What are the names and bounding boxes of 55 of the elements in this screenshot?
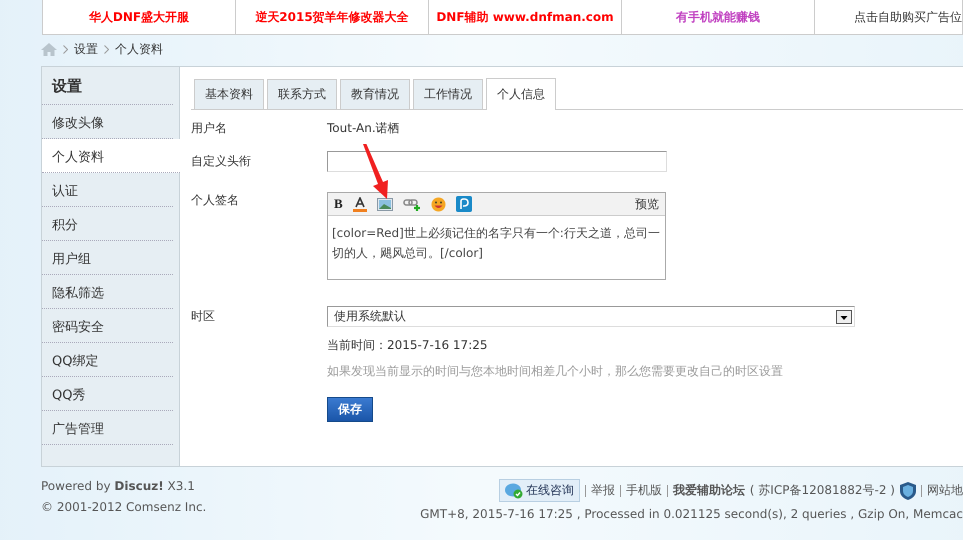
timezone-hint: 如果发现当前显示的时间与您本地时间相差几个小时，那么您需要更改自己的时区设置 [327, 363, 784, 380]
sidebar-item[interactable]: 个人资料 [42, 139, 180, 173]
dropdown-icon[interactable] [836, 310, 852, 324]
p-logo-icon[interactable] [456, 196, 472, 212]
title-input[interactable] [327, 151, 667, 172]
sidebar-item[interactable]: QQ秀 [42, 377, 173, 411]
sidebar-title: 设置 [42, 67, 173, 105]
breadcrumb-link[interactable]: 个人资料 [115, 40, 163, 58]
sitemap-link[interactable]: 网站地 [927, 482, 963, 499]
link-icon[interactable] [402, 198, 421, 210]
banner-link[interactable]: 有手机就能赚钱 [676, 8, 760, 26]
sidebar-item[interactable]: 密码安全 [42, 309, 173, 343]
chevron-icon [104, 44, 109, 54]
timezone-select[interactable]: 使用系统默认 [327, 306, 855, 327]
stats-text: GMT+8, 2015-7-16 17:25 , Processed in 0.021125 second(s), 2 queries , Gzip On, Memcac [420, 507, 963, 521]
banner-link[interactable]: 点击自助购买广告位 [854, 8, 962, 26]
sidebar-item[interactable]: 用户组 [42, 241, 173, 275]
current-time-text: 当前时间：2015-7-16 17:25 [327, 337, 488, 354]
sidebar-item[interactable]: 积分 [42, 207, 173, 241]
chat-icon [504, 482, 523, 498]
tab[interactable]: 个人信息 [486, 78, 556, 110]
preview-link[interactable]: 预览 [635, 196, 659, 212]
field-label: 时区 [191, 308, 216, 325]
field-label: 自定义头衔 [191, 153, 252, 170]
site-name-link[interactable]: 我爱辅助论坛 [672, 482, 745, 499]
signature-text: [color=Red]世上必须记住的名字只有一个:行天之道，总司一切的人，飓风总司。[/color] [331, 225, 661, 262]
online-consult-button[interactable]: 在线咨询 [498, 479, 580, 502]
copyright-text: © 2001-2012 Comsenz Inc. [41, 500, 206, 514]
sidebar-item[interactable]: 隐私筛选 [42, 275, 173, 309]
field-label: 用户名 [191, 120, 228, 137]
image-icon[interactable] [376, 198, 393, 210]
tab[interactable]: 工作情况 [413, 79, 483, 109]
sidebar-item[interactable]: QQ绑定 [42, 343, 173, 377]
signature-editor[interactable]: B 预览 [color=Red]世上必须记住的名字只有一个:行天之道，总司一切的人，飓风总司。[/color] [327, 192, 666, 280]
banner-link[interactable]: DNF辅助 www.dnfman.com [436, 8, 614, 26]
banner-link[interactable]: 逆天2015贺羊年修改器大全 [255, 8, 409, 26]
bold-button[interactable]: B [334, 196, 343, 212]
save-button[interactable]: 保存 [327, 397, 373, 422]
shield-icon[interactable] [900, 482, 916, 500]
field-label: 个人签名 [191, 192, 240, 209]
tab[interactable]: 教育情况 [340, 79, 410, 109]
username-text: Tout-An.诺栖 [327, 120, 400, 137]
chevron-icon [63, 44, 68, 54]
icp-link[interactable]: ( 苏ICP备12081882号-2 ) [750, 482, 895, 499]
sidebar-item[interactable]: 认证 [42, 173, 173, 207]
tab[interactable]: 基本资料 [194, 79, 264, 109]
breadcrumb-link[interactable]: 设置 [74, 40, 98, 58]
powered-by-text: Powered by Discuz! X3.1 [41, 479, 196, 493]
banner-link[interactable]: 华人DNF盛大开服 [88, 8, 190, 26]
sidebar-item[interactable]: 广告管理 [42, 411, 173, 445]
smiley-icon[interactable] [430, 196, 446, 212]
footer-link[interactable]: 手机版 [626, 482, 662, 499]
tab[interactable]: 联系方式 [267, 79, 337, 109]
font-color-icon[interactable] [352, 196, 367, 212]
footer-link[interactable]: 举报 [590, 482, 615, 499]
